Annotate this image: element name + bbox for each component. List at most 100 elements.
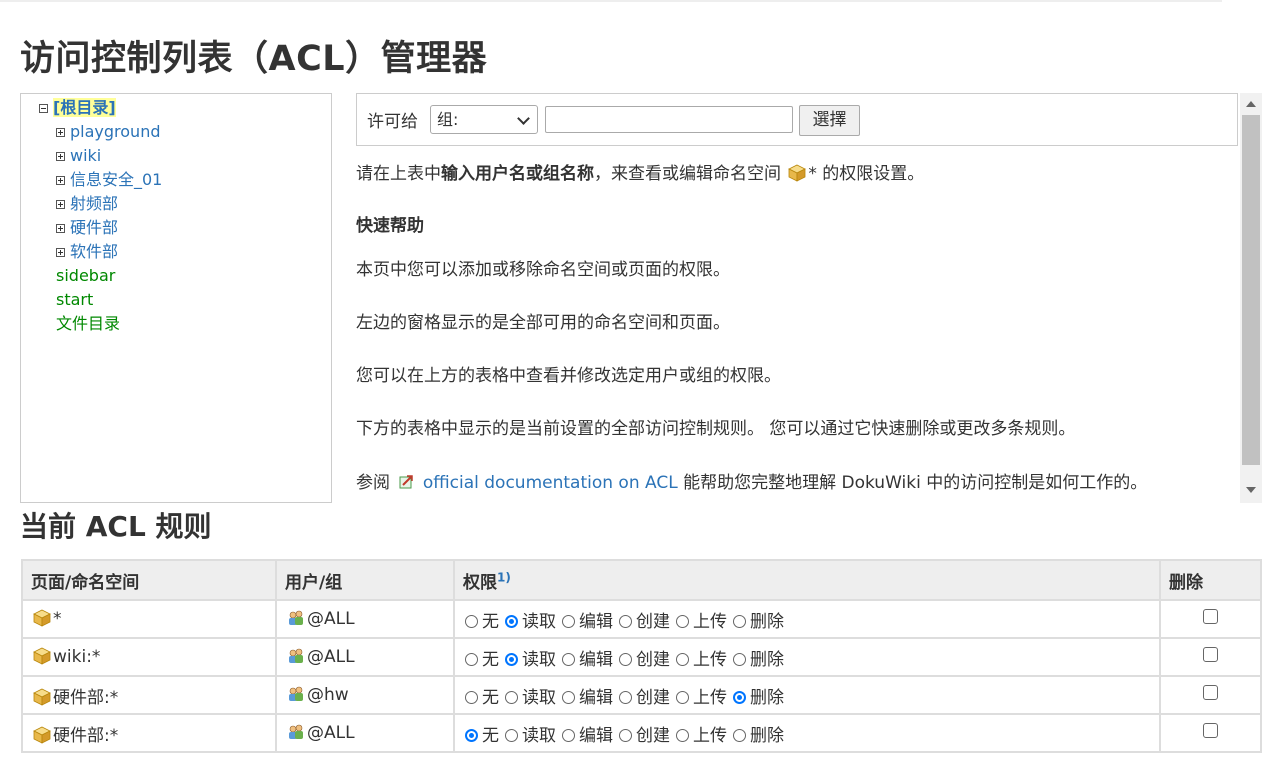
rule-page: wiki:* — [53, 647, 101, 667]
tree-ns-item[interactable]: playground — [56, 121, 160, 143]
chevron-down-icon — [517, 112, 530, 125]
perm-radio-label: 上传 — [693, 725, 727, 746]
collapse-icon[interactable] — [39, 104, 48, 113]
tree-page-link[interactable]: sidebar — [56, 266, 115, 285]
tree-page-item[interactable]: 文件目录 — [56, 313, 120, 335]
tree-page-item[interactable]: sidebar — [56, 265, 115, 287]
acl-rules-table: 页面/命名空间 用户/组 权限1) 删除 * @ALL 无读取 编辑 创建 上传 删除 wik… — [21, 559, 1262, 753]
tree-ns-item[interactable]: 软件部 — [56, 241, 118, 263]
scrollbar[interactable] — [1240, 93, 1262, 503]
rule-delete-cell — [1159, 713, 1262, 753]
scrollbar-thumb[interactable] — [1242, 115, 1260, 465]
tree-ns-link[interactable]: 射频部 — [70, 194, 118, 213]
namespace-cube-icon — [33, 688, 51, 706]
tree-ns-link[interactable]: 软件部 — [70, 242, 118, 261]
tree-ns-link[interactable]: 信息安全_01 — [70, 170, 162, 189]
table-row: 硬件部:* @ALL 无 读取 编辑 创建 上传 删除 — [21, 713, 1262, 753]
perm-radio[interactable] — [505, 614, 518, 628]
perm-radio[interactable] — [619, 690, 632, 704]
perm-radio[interactable] — [465, 690, 478, 704]
expand-icon[interactable] — [56, 248, 65, 257]
quick-help-heading: 快速帮助 — [356, 216, 424, 236]
perm-radio[interactable] — [465, 728, 478, 742]
rule-delete-cell — [1159, 675, 1262, 715]
perm-radio-label: 无 — [482, 611, 499, 632]
acl-docs-link[interactable]: official documentation on ACL — [423, 473, 678, 493]
select-button[interactable]: 選擇 — [799, 105, 860, 136]
perm-radio[interactable] — [505, 728, 518, 742]
perm-radio[interactable] — [676, 614, 689, 628]
perm-radio[interactable] — [733, 652, 746, 666]
type-select[interactable]: 组: — [430, 105, 538, 134]
table-row: wiki:* @ALL 无 读取 编辑 创建 上传 删除 — [21, 637, 1262, 677]
tree-ns-link[interactable]: 硬件部 — [70, 218, 118, 237]
namespace-cube-icon — [788, 164, 807, 182]
perm-radio[interactable] — [619, 652, 632, 666]
rule-user-cell: @ALL — [275, 599, 455, 639]
scroll-up-arrow-icon[interactable] — [1246, 101, 1256, 107]
perm-radio[interactable] — [465, 652, 478, 666]
perm-radio[interactable] — [733, 614, 746, 628]
delete-checkbox[interactable] — [1203, 647, 1218, 662]
perm-radio-label: 删除 — [750, 725, 784, 746]
tree-ns-link[interactable]: wiki — [70, 146, 101, 165]
delete-checkbox[interactable] — [1203, 723, 1218, 738]
perm-radio[interactable] — [562, 728, 575, 742]
perm-radio-label: 无 — [482, 725, 499, 746]
tree-ns-item[interactable]: 信息安全_01 — [56, 169, 162, 191]
tree-ns-item[interactable]: 射频部 — [56, 193, 118, 215]
perm-radio-label: 上传 — [693, 687, 727, 708]
tree-ns-item[interactable]: wiki — [56, 145, 101, 167]
tree-ns-item[interactable]: 硬件部 — [56, 217, 118, 239]
perm-radio[interactable] — [676, 652, 689, 666]
footnote-link[interactable]: 1) — [497, 570, 511, 584]
namespace-cube-icon — [33, 647, 51, 665]
perm-radio-label: 读取 — [522, 649, 556, 670]
perm-radio-label: 删除 — [750, 649, 784, 670]
perm-radio-label: 删除 — [750, 611, 784, 632]
user-group-icon — [289, 610, 303, 625]
expand-icon[interactable] — [56, 152, 65, 161]
perm-radio[interactable] — [676, 690, 689, 704]
user-group-input[interactable] — [545, 106, 793, 133]
perm-radio[interactable] — [733, 728, 746, 742]
external-doc-icon — [399, 475, 414, 489]
delete-checkbox[interactable] — [1203, 609, 1218, 624]
tree-root[interactable]: [根目录] — [39, 97, 116, 119]
perm-radio[interactable] — [562, 690, 575, 704]
tree-page-link[interactable]: 文件目录 — [56, 314, 120, 333]
expand-icon[interactable] — [56, 224, 65, 233]
tree-page-link[interactable]: start — [56, 290, 93, 309]
perm-radio[interactable] — [733, 690, 746, 704]
rule-perm-cell: 无 读取 编辑 创建 上传 删除 — [453, 713, 1161, 753]
help-paragraph: 参阅 official documentation on ACL 能帮助您完整地… — [356, 468, 1147, 493]
perm-radio-label: 无 — [482, 649, 499, 670]
tree-root-link[interactable]: [根目录] — [53, 98, 116, 117]
expand-icon[interactable] — [56, 128, 65, 137]
perm-radio[interactable] — [562, 652, 575, 666]
tree-page-item[interactable]: start — [56, 289, 93, 311]
delete-checkbox[interactable] — [1203, 685, 1218, 700]
rule-page-cell: 硬件部:* — [21, 675, 277, 715]
perm-radio-label: 编辑 — [579, 649, 613, 670]
rule-user: @ALL — [307, 647, 355, 667]
perm-radio-label: 编辑 — [579, 687, 613, 708]
expand-icon[interactable] — [56, 176, 65, 185]
rule-page: 硬件部:* — [53, 687, 119, 708]
perm-radio[interactable] — [505, 690, 518, 704]
perm-radio-label: 编辑 — [579, 611, 613, 632]
perm-radio[interactable] — [619, 614, 632, 628]
perm-radio[interactable] — [465, 614, 478, 628]
perm-radio-label: 创建 — [636, 611, 670, 632]
perm-radio[interactable] — [619, 728, 632, 742]
type-select-value: 组: — [437, 110, 459, 129]
perm-radio-label: 读取 — [522, 611, 556, 632]
perm-radio-label: 创建 — [636, 649, 670, 670]
scroll-down-arrow-icon[interactable] — [1246, 487, 1256, 493]
expand-icon[interactable] — [56, 200, 65, 209]
tree-ns-link[interactable]: playground — [70, 122, 160, 141]
perm-radio[interactable] — [562, 614, 575, 628]
perm-radio[interactable] — [676, 728, 689, 742]
perm-radio[interactable] — [505, 652, 518, 666]
namespace-cube-icon — [33, 609, 51, 627]
